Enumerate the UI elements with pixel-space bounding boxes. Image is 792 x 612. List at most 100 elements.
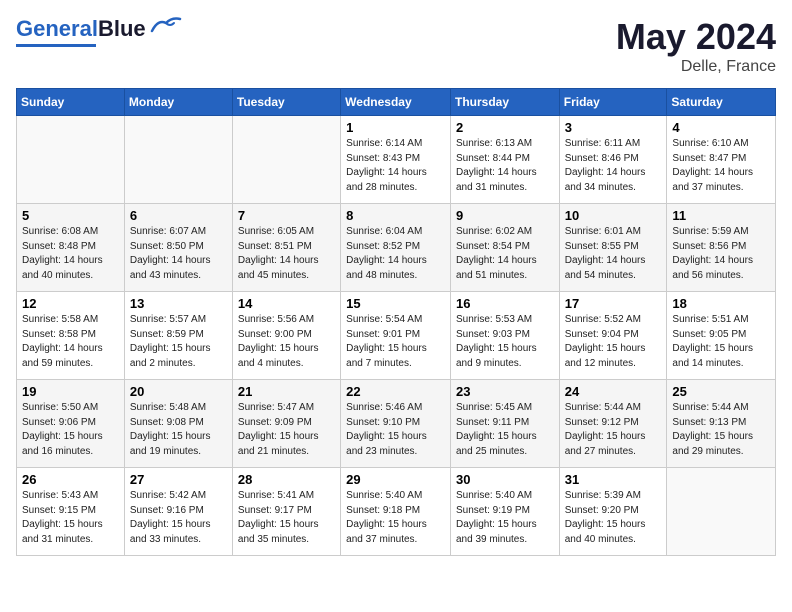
day-cell: 13 Sunrise: 5:57 AM Sunset: 8:59 PM Dayli… (124, 292, 232, 380)
day-cell: 12Sunrise: 5:58 AM Sunset: 8:58 PM Dayli… (17, 292, 125, 380)
day-info: Sunrise: 5:40 AM Sunset: 9:18 PM Dayligh… (346, 489, 445, 547)
day-number: 29 (346, 472, 445, 487)
logo-text: GeneralBlue (16, 16, 146, 42)
day-cell: 24 Sunrise: 5:44 AM Sunset: 9:12 PM Dayli… (559, 380, 667, 468)
day-number: 28 (238, 472, 335, 487)
header-cell-sunday: Sunday (17, 89, 125, 116)
day-cell: 25 Sunrise: 5:44 AM Sunset: 9:13 PM Dayli… (667, 380, 776, 468)
day-number: 24 (565, 384, 662, 399)
day-cell (232, 116, 340, 204)
calendar-body: 1 Sunrise: 6:14 AM Sunset: 8:43 PM Daylig… (17, 116, 776, 556)
day-number: 5 (22, 208, 119, 223)
day-number: 4 (672, 120, 770, 135)
day-number: 12 (22, 296, 119, 311)
day-cell: 15 Sunrise: 5:54 AM Sunset: 9:01 PM Dayli… (341, 292, 451, 380)
day-number: 10 (565, 208, 662, 223)
day-cell (667, 468, 776, 556)
day-info: Sunrise: 5:43 AM Sunset: 9:15 PM Dayligh… (22, 489, 119, 547)
day-number: 14 (238, 296, 335, 311)
day-info: Sunrise: 6:07 AM Sunset: 8:50 PM Dayligh… (130, 225, 227, 283)
day-number: 21 (238, 384, 335, 399)
day-number: 11 (672, 208, 770, 223)
location-subtitle: Delle, France (616, 58, 776, 76)
day-cell: 30Sunrise: 5:40 AM Sunset: 9:19 PM Dayli… (450, 468, 559, 556)
day-number: 15 (346, 296, 445, 311)
day-info: Sunrise: 5:44 AM Sunset: 9:12 PM Dayligh… (565, 401, 662, 459)
day-cell: 4 Sunrise: 6:10 AM Sunset: 8:47 PM Daylig… (667, 116, 776, 204)
month-title: May 2024 (616, 16, 776, 58)
title-block: May 2024 Delle, France (616, 16, 776, 76)
day-cell: 17Sunrise: 5:52 AM Sunset: 9:04 PM Dayli… (559, 292, 667, 380)
calendar-table: SundayMondayTuesdayWednesdayThursdayFrid… (16, 88, 776, 556)
day-info: Sunrise: 5:57 AM Sunset: 8:59 PM Dayligh… (130, 313, 227, 371)
day-cell: 31 Sunrise: 5:39 AM Sunset: 9:20 PM Dayli… (559, 468, 667, 556)
day-info: Sunrise: 5:42 AM Sunset: 9:16 PM Dayligh… (130, 489, 227, 547)
day-info: Sunrise: 5:47 AM Sunset: 9:09 PM Dayligh… (238, 401, 335, 459)
logo-underline (16, 44, 96, 47)
day-number: 16 (456, 296, 554, 311)
day-cell: 2Sunrise: 6:13 AM Sunset: 8:44 PM Daylig… (450, 116, 559, 204)
day-info: Sunrise: 6:11 AM Sunset: 8:46 PM Dayligh… (565, 137, 662, 195)
week-row-3: 12Sunrise: 5:58 AM Sunset: 8:58 PM Dayli… (17, 292, 776, 380)
day-cell: 9 Sunrise: 6:02 AM Sunset: 8:54 PM Daylig… (450, 204, 559, 292)
day-info: Sunrise: 5:59 AM Sunset: 8:56 PM Dayligh… (672, 225, 770, 283)
day-cell: 11 Sunrise: 5:59 AM Sunset: 8:56 PM Dayli… (667, 204, 776, 292)
header-cell-wednesday: Wednesday (341, 89, 451, 116)
day-info: Sunrise: 5:53 AM Sunset: 9:03 PM Dayligh… (456, 313, 554, 371)
day-info: Sunrise: 6:05 AM Sunset: 8:51 PM Dayligh… (238, 225, 335, 283)
day-number: 6 (130, 208, 227, 223)
day-info: Sunrise: 5:54 AM Sunset: 9:01 PM Dayligh… (346, 313, 445, 371)
day-cell: 16 Sunrise: 5:53 AM Sunset: 9:03 PM Dayli… (450, 292, 559, 380)
day-cell: 14 Sunrise: 5:56 AM Sunset: 9:00 PM Dayli… (232, 292, 340, 380)
logo: GeneralBlue (16, 16, 182, 47)
day-cell: 7Sunrise: 6:05 AM Sunset: 8:51 PM Daylig… (232, 204, 340, 292)
day-info: Sunrise: 6:02 AM Sunset: 8:54 PM Dayligh… (456, 225, 554, 283)
day-number: 2 (456, 120, 554, 135)
day-cell: 1 Sunrise: 6:14 AM Sunset: 8:43 PM Daylig… (341, 116, 451, 204)
logo-bird-icon (150, 15, 182, 35)
day-info: Sunrise: 5:56 AM Sunset: 9:00 PM Dayligh… (238, 313, 335, 371)
week-row-1: 1 Sunrise: 6:14 AM Sunset: 8:43 PM Daylig… (17, 116, 776, 204)
day-info: Sunrise: 5:45 AM Sunset: 9:11 PM Dayligh… (456, 401, 554, 459)
day-number: 25 (672, 384, 770, 399)
day-number: 26 (22, 472, 119, 487)
day-info: Sunrise: 5:39 AM Sunset: 9:20 PM Dayligh… (565, 489, 662, 547)
day-info: Sunrise: 5:40 AM Sunset: 9:19 PM Dayligh… (456, 489, 554, 547)
day-info: Sunrise: 5:52 AM Sunset: 9:04 PM Dayligh… (565, 313, 662, 371)
day-cell: 22 Sunrise: 5:46 AM Sunset: 9:10 PM Dayli… (341, 380, 451, 468)
day-info: Sunrise: 5:50 AM Sunset: 9:06 PM Dayligh… (22, 401, 119, 459)
day-cell: 26 Sunrise: 5:43 AM Sunset: 9:15 PM Dayli… (17, 468, 125, 556)
day-number: 3 (565, 120, 662, 135)
header-cell-monday: Monday (124, 89, 232, 116)
day-info: Sunrise: 5:44 AM Sunset: 9:13 PM Dayligh… (672, 401, 770, 459)
day-cell: 18 Sunrise: 5:51 AM Sunset: 9:05 PM Dayli… (667, 292, 776, 380)
week-row-5: 26 Sunrise: 5:43 AM Sunset: 9:15 PM Dayli… (17, 468, 776, 556)
day-number: 1 (346, 120, 445, 135)
calendar-header: SundayMondayTuesdayWednesdayThursdayFrid… (17, 89, 776, 116)
day-number: 22 (346, 384, 445, 399)
day-info: Sunrise: 6:10 AM Sunset: 8:47 PM Dayligh… (672, 137, 770, 195)
week-row-2: 5 Sunrise: 6:08 AM Sunset: 8:48 PM Daylig… (17, 204, 776, 292)
day-cell: 10Sunrise: 6:01 AM Sunset: 8:55 PM Dayli… (559, 204, 667, 292)
day-info: Sunrise: 5:48 AM Sunset: 9:08 PM Dayligh… (130, 401, 227, 459)
day-cell: 28Sunrise: 5:41 AM Sunset: 9:17 PM Dayli… (232, 468, 340, 556)
day-cell: 29 Sunrise: 5:40 AM Sunset: 9:18 PM Dayli… (341, 468, 451, 556)
day-number: 18 (672, 296, 770, 311)
day-cell: 8Sunrise: 6:04 AM Sunset: 8:52 PM Daylig… (341, 204, 451, 292)
day-cell: 20 Sunrise: 5:48 AM Sunset: 9:08 PM Dayli… (124, 380, 232, 468)
logo-general: General (16, 16, 98, 41)
day-info: Sunrise: 5:46 AM Sunset: 9:10 PM Dayligh… (346, 401, 445, 459)
day-number: 9 (456, 208, 554, 223)
day-cell (17, 116, 125, 204)
page-header: GeneralBlue May 2024 Delle, France (16, 16, 776, 76)
day-info: Sunrise: 6:08 AM Sunset: 8:48 PM Dayligh… (22, 225, 119, 283)
day-info: Sunrise: 5:51 AM Sunset: 9:05 PM Dayligh… (672, 313, 770, 371)
day-info: Sunrise: 6:04 AM Sunset: 8:52 PM Dayligh… (346, 225, 445, 283)
day-cell: 27Sunrise: 5:42 AM Sunset: 9:16 PM Dayli… (124, 468, 232, 556)
day-number: 13 (130, 296, 227, 311)
day-number: 20 (130, 384, 227, 399)
day-info: Sunrise: 6:14 AM Sunset: 8:43 PM Dayligh… (346, 137, 445, 195)
day-number: 19 (22, 384, 119, 399)
header-cell-tuesday: Tuesday (232, 89, 340, 116)
day-number: 31 (565, 472, 662, 487)
